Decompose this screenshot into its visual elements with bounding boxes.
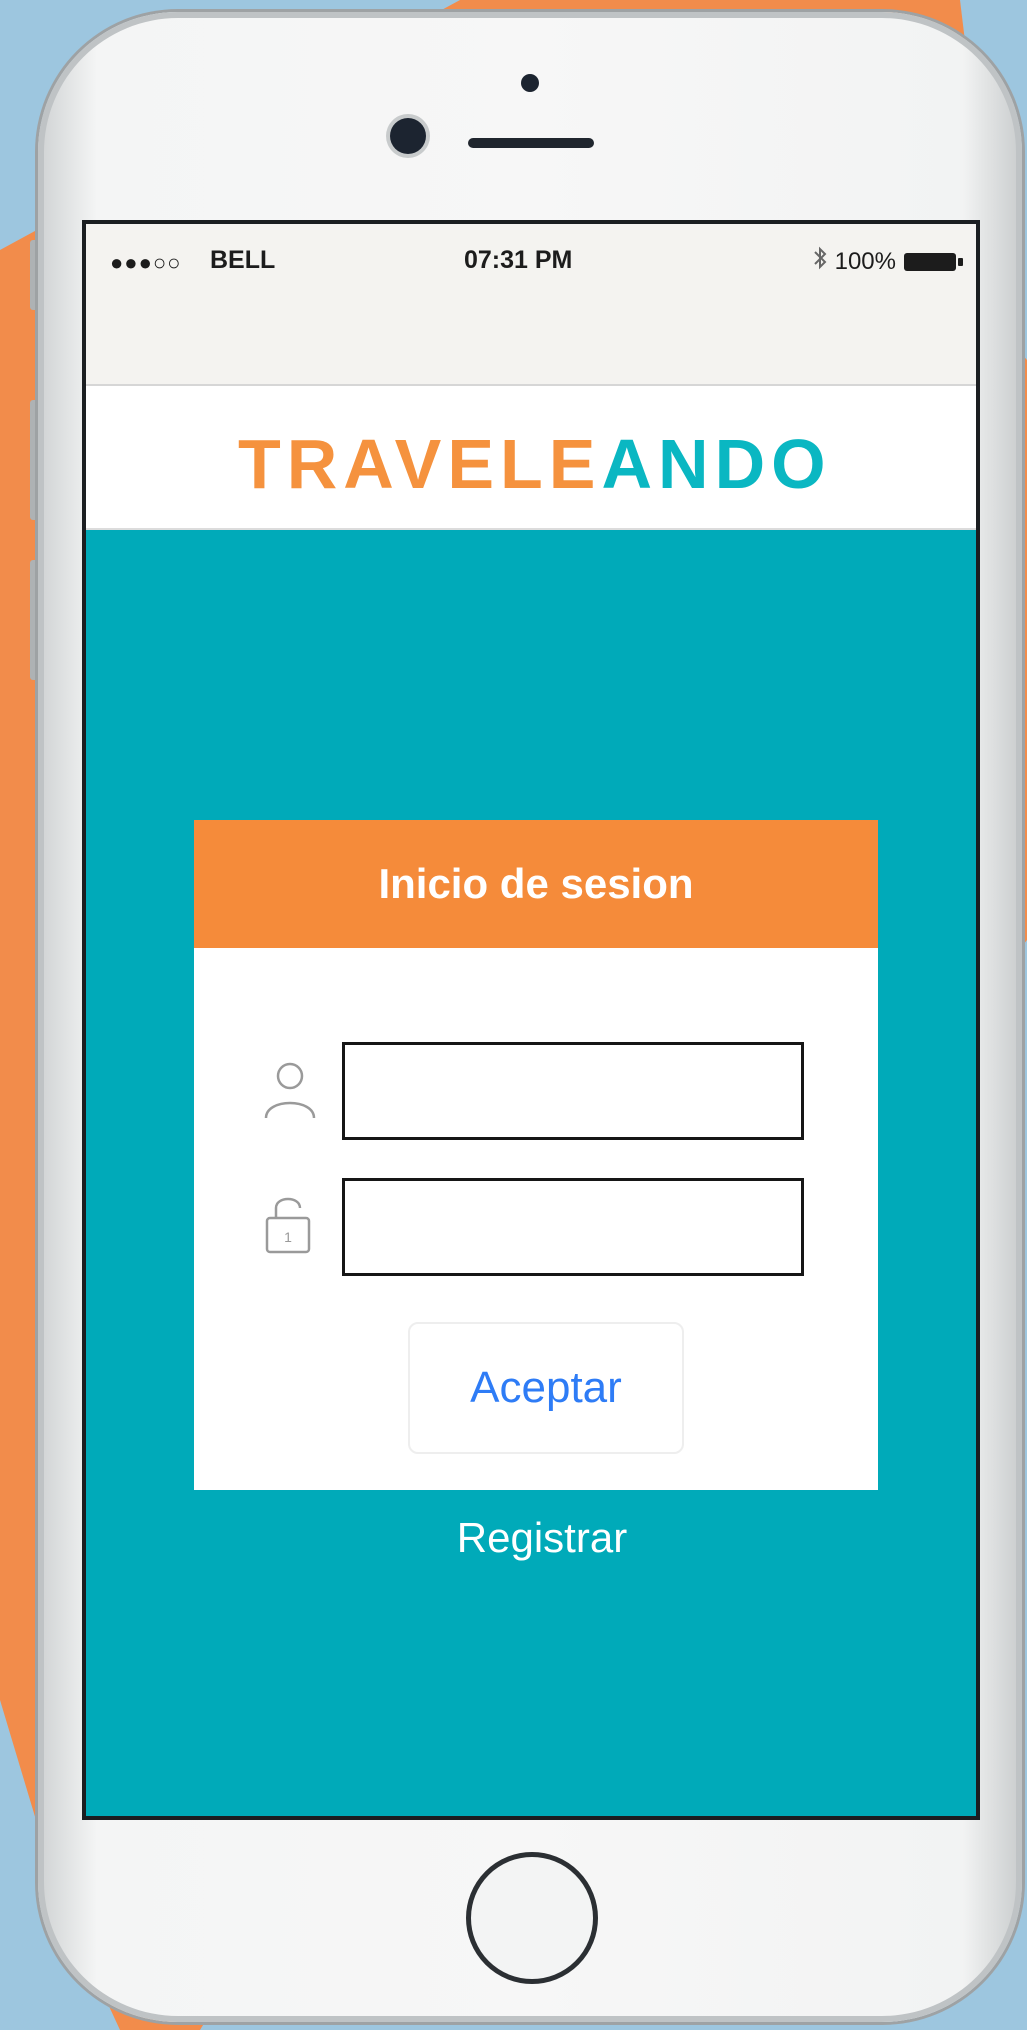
login-title: Inicio de sesion xyxy=(378,860,694,907)
status-bar: ●●●○○ BELL 07:31 PM 100% xyxy=(86,224,976,386)
app-header: TRAVELEANDO xyxy=(86,386,976,530)
login-card: Inicio de sesion 1 Aceptar xyxy=(194,820,878,1490)
app-logo: TRAVELEANDO xyxy=(238,424,832,504)
bluetooth-icon xyxy=(813,246,827,277)
lock-icon: 1 xyxy=(265,1197,311,1254)
password-input[interactable] xyxy=(342,1178,804,1276)
logo-text-part1: TRAVELE xyxy=(238,425,602,503)
svg-text:1: 1 xyxy=(284,1229,292,1245)
phone-screen: ●●●○○ BELL 07:31 PM 100% TRAVELEANDO Ini… xyxy=(82,220,980,1820)
front-camera xyxy=(390,118,426,154)
battery-percent: 100% xyxy=(834,247,896,275)
home-button[interactable] xyxy=(466,1852,598,1984)
logo-text-part2: ANDO xyxy=(601,425,832,503)
phone-mute-switch xyxy=(30,240,38,310)
register-link[interactable]: Registrar xyxy=(86,1514,976,1562)
login-card-header: Inicio de sesion xyxy=(194,820,878,948)
status-time: 07:31 PM xyxy=(464,246,573,274)
user-icon xyxy=(264,1062,316,1119)
status-right: 100% xyxy=(813,246,963,277)
phone-volume-down xyxy=(30,560,38,680)
username-input[interactable] xyxy=(342,1042,804,1140)
earpiece-speaker xyxy=(468,138,594,148)
carrier-name: BELL xyxy=(210,246,276,274)
phone-sensor xyxy=(521,74,539,92)
signal-strength: ●●●○○ xyxy=(110,250,182,275)
accept-button[interactable]: Aceptar xyxy=(408,1322,684,1454)
phone-volume-up xyxy=(30,400,38,520)
battery-icon xyxy=(904,252,963,271)
